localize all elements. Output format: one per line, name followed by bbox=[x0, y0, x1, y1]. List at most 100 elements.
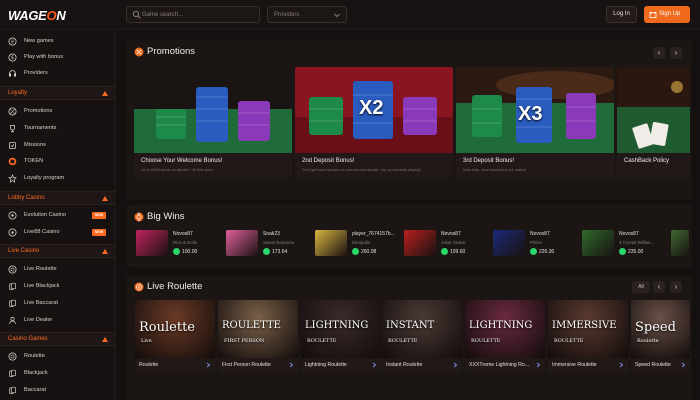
search-input[interactable]: Game search... bbox=[126, 6, 260, 23]
providers-label: Providers bbox=[274, 11, 300, 18]
live-game-card[interactable]: ROULETTE FIRST PERSON First Person Roulett… bbox=[218, 300, 298, 373]
promo-title: CashBack Policy bbox=[624, 158, 670, 164]
live-game-card[interactable]: Roulette Live Roulette bbox=[135, 300, 215, 373]
sidebar-item-roulette[interactable]: Roulette bbox=[8, 350, 112, 362]
sidebar-item-baccarat[interactable]: Baccarat bbox=[8, 384, 112, 396]
big-win-item[interactable]: Novos87 Dice & Dolls 100.00 bbox=[136, 230, 222, 260]
win-game-name: Dice & Dolls bbox=[173, 240, 197, 245]
chevron-up-icon bbox=[102, 91, 108, 96]
sidebar-item-evolution-casino[interactable]: Evolution Casino NEW bbox=[8, 209, 112, 221]
svg-text:$: $ bbox=[11, 55, 14, 61]
view-all-button[interactable]: All bbox=[632, 281, 650, 293]
big-win-item[interactable] bbox=[671, 230, 691, 260]
live-game-card[interactable]: LIGHTNING ROULETTE Lightning Roulette bbox=[301, 300, 381, 373]
chevron-right-icon bbox=[619, 362, 624, 368]
big-win-item[interactable]: player_7674157b... Dinopolis 260.08 bbox=[315, 230, 401, 260]
big-win-item[interactable]: Novos87 Joker Stoker 109.60 bbox=[404, 230, 490, 260]
live-game-name: Lightning Roulette bbox=[305, 362, 347, 368]
game-thumbnail bbox=[493, 230, 525, 256]
chevron-up-icon bbox=[102, 249, 108, 254]
sidebar-item-token[interactable]: TOKEN bbox=[8, 155, 112, 167]
cards-icon bbox=[9, 386, 16, 394]
sidebar-item-live88-casino[interactable]: Live88 Casino NEW bbox=[8, 226, 112, 238]
sidebar-item-promotions[interactable]: Promotions bbox=[8, 105, 112, 117]
promo-card-3rd-deposit[interactable]: X3 3rd Deposit Bonus! More bets, more bo… bbox=[456, 67, 614, 178]
sidebar-section-lobby[interactable]: Lobby Casino bbox=[0, 191, 116, 205]
roulette-icon bbox=[8, 265, 17, 273]
sidebar-section-casino-games[interactable]: Casino Games bbox=[0, 332, 116, 346]
prev-arrow-button[interactable]: ‹ bbox=[653, 47, 665, 59]
new-badge: NEW bbox=[92, 228, 106, 236]
game-thumbnail bbox=[136, 230, 168, 256]
sidebar-item-live-blackjack[interactable]: Live Blackjack bbox=[8, 280, 112, 292]
providers-select[interactable]: Providers bbox=[267, 6, 347, 23]
sidebar-item-play-with-bonus[interactable]: $ Play with bonus bbox=[8, 51, 112, 63]
promo-card-2nd-deposit[interactable]: X2 2nd Deposit Bonus! You'll get more bo… bbox=[295, 67, 453, 178]
big-wins-icon bbox=[134, 212, 144, 222]
coin-icon bbox=[619, 248, 626, 255]
sidebar-item-providers[interactable]: Providers bbox=[8, 67, 112, 79]
big-win-item[interactable]: Novos87 Plinko 226.30 bbox=[493, 230, 579, 260]
win-amount: 260.08 bbox=[361, 249, 377, 255]
game-thumbnail bbox=[671, 230, 689, 256]
login-button[interactable]: Log In bbox=[606, 6, 637, 23]
big-win-item[interactable]: Novos87 3 Crystal Willian... 235.00 bbox=[582, 230, 668, 260]
coin-icon bbox=[352, 248, 359, 255]
promo-multiplier: X2 bbox=[359, 97, 384, 119]
thumbnail-title: INSTANT bbox=[386, 320, 435, 331]
roulette-icon bbox=[8, 352, 17, 360]
live-game-card[interactable]: IMMERSIVE ROULETTE Immersive Roulette bbox=[548, 300, 628, 373]
promo-card-welcome[interactable]: Choose Your Welcome Bonus! Up to 200% bo… bbox=[134, 67, 292, 178]
thumbnail-subtitle: ROULETTE bbox=[554, 338, 584, 344]
promo-title: Choose Your Welcome Bonus! bbox=[141, 158, 223, 164]
promo-title: 3rd Deposit Bonus! bbox=[463, 158, 515, 164]
win-username: Novos87 bbox=[619, 231, 639, 237]
big-win-item[interactable]: Snak23 Sweet Bonanza 173.64 bbox=[226, 230, 312, 260]
thumbnail-title: LIGHTNING bbox=[305, 320, 369, 331]
coin-icon bbox=[530, 248, 537, 255]
win-amount: 100.00 bbox=[182, 249, 198, 255]
top-header: WAGEON Game search... Providers Log In S… bbox=[0, 0, 700, 30]
sidebar: New games $ Play with bonus Providers Lo… bbox=[0, 30, 116, 400]
prev-arrow-button[interactable]: ‹ bbox=[653, 281, 665, 293]
next-arrow-button[interactable]: › bbox=[670, 47, 682, 59]
sidebar-item-tournaments[interactable]: Tournaments bbox=[8, 122, 112, 134]
chevron-up-icon bbox=[102, 337, 108, 342]
chevron-down-icon bbox=[334, 13, 340, 18]
thumbnail-subtitle: ROULETTE bbox=[388, 338, 418, 344]
win-amount: 109.60 bbox=[450, 249, 466, 255]
sidebar-item-live-roulette[interactable]: Live Roulette bbox=[8, 263, 112, 275]
sidebar-section-live-casino[interactable]: Live Casino bbox=[0, 244, 116, 258]
roulette-icon bbox=[134, 282, 144, 292]
sidebar-item-live-dealer[interactable]: Live Dealer bbox=[8, 314, 112, 326]
win-game-name: Sweet Bonanza bbox=[263, 240, 294, 245]
thumbnail-title: LIGHTNING bbox=[469, 320, 533, 331]
sidebar-item-live-baccarat[interactable]: Live Baccarat bbox=[8, 297, 112, 309]
next-arrow-button[interactable]: › bbox=[670, 281, 682, 293]
thumbnail-title: IMMERSIVE bbox=[552, 320, 617, 331]
chevron-up-icon bbox=[102, 196, 108, 201]
win-game-name: Joker Stoker bbox=[441, 240, 466, 245]
chevron-right-icon bbox=[289, 362, 294, 368]
sidebar-item-blackjack[interactable]: Blackjack bbox=[8, 367, 112, 379]
big-wins-title: Big Wins bbox=[147, 211, 185, 222]
sidebar-item-loyalty-program[interactable]: Loyalty program bbox=[8, 172, 112, 184]
signup-button[interactable]: Sign Up bbox=[644, 6, 690, 23]
thumbnail-subtitle: ROULETTE bbox=[471, 338, 501, 344]
logo[interactable]: WAGEON bbox=[8, 8, 66, 23]
thumbnail-subtitle: ROULETTE bbox=[307, 338, 337, 344]
sidebar-item-missions[interactable]: Missions bbox=[8, 139, 112, 151]
promo-card-cashback[interactable]: CashBack Policy bbox=[617, 67, 690, 178]
thumbnail-subtitle: Live bbox=[141, 338, 152, 344]
win-username: player_7674157b... bbox=[352, 231, 395, 237]
promotions-icon bbox=[8, 107, 17, 115]
chevron-right-icon bbox=[372, 362, 377, 368]
live-game-card[interactable]: INSTANT ROULETTE Instant Roulette bbox=[382, 300, 462, 373]
sidebar-item-new-games[interactable]: New games bbox=[8, 35, 112, 47]
live-game-card[interactable]: Speed Roulette Speed Roulette bbox=[631, 300, 690, 373]
cards-icon bbox=[9, 369, 16, 377]
live-game-card[interactable]: LIGHTNING ROULETTE XXXTreme Lightning Ro..… bbox=[465, 300, 545, 373]
win-game-name: Dinopolis bbox=[352, 240, 371, 245]
sidebar-section-loyalty[interactable]: Loyalty bbox=[0, 86, 116, 100]
game-thumbnail bbox=[315, 230, 347, 256]
